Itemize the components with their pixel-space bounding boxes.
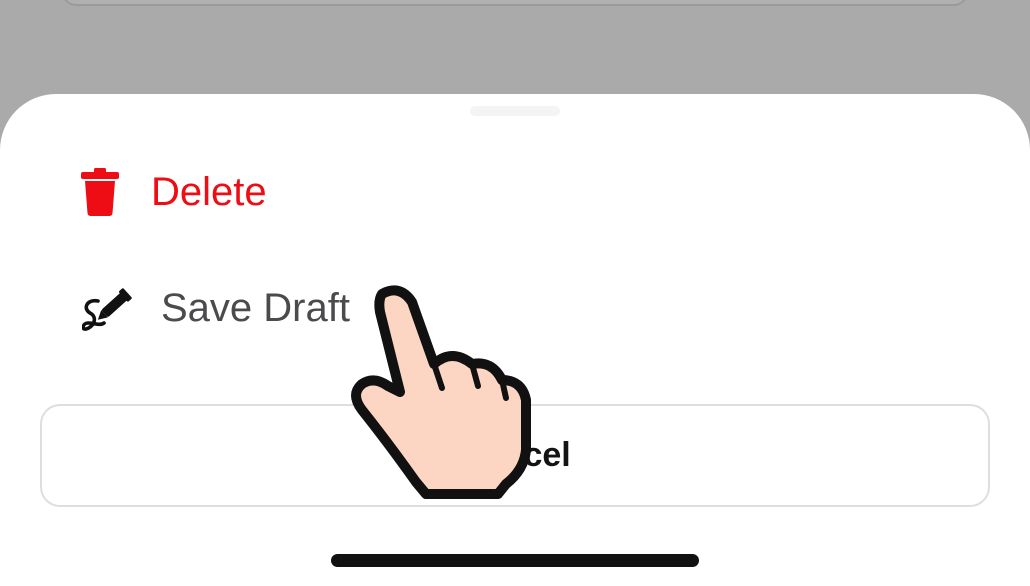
action-sheet: Delete Save Draft Cancel xyxy=(0,94,1030,586)
delete-action[interactable]: Delete xyxy=(60,164,267,220)
cancel-button[interactable]: Cancel xyxy=(40,404,990,507)
pen-draft-icon xyxy=(60,283,160,333)
cancel-label: Cancel xyxy=(459,436,571,474)
home-indicator[interactable] xyxy=(331,554,699,567)
background-text-field xyxy=(62,0,968,6)
trash-icon xyxy=(60,168,140,216)
save-draft-action[interactable]: Save Draft xyxy=(60,280,350,336)
sheet-grabber[interactable] xyxy=(470,106,560,116)
save-draft-label: Save Draft xyxy=(161,285,350,330)
delete-label: Delete xyxy=(151,169,267,214)
